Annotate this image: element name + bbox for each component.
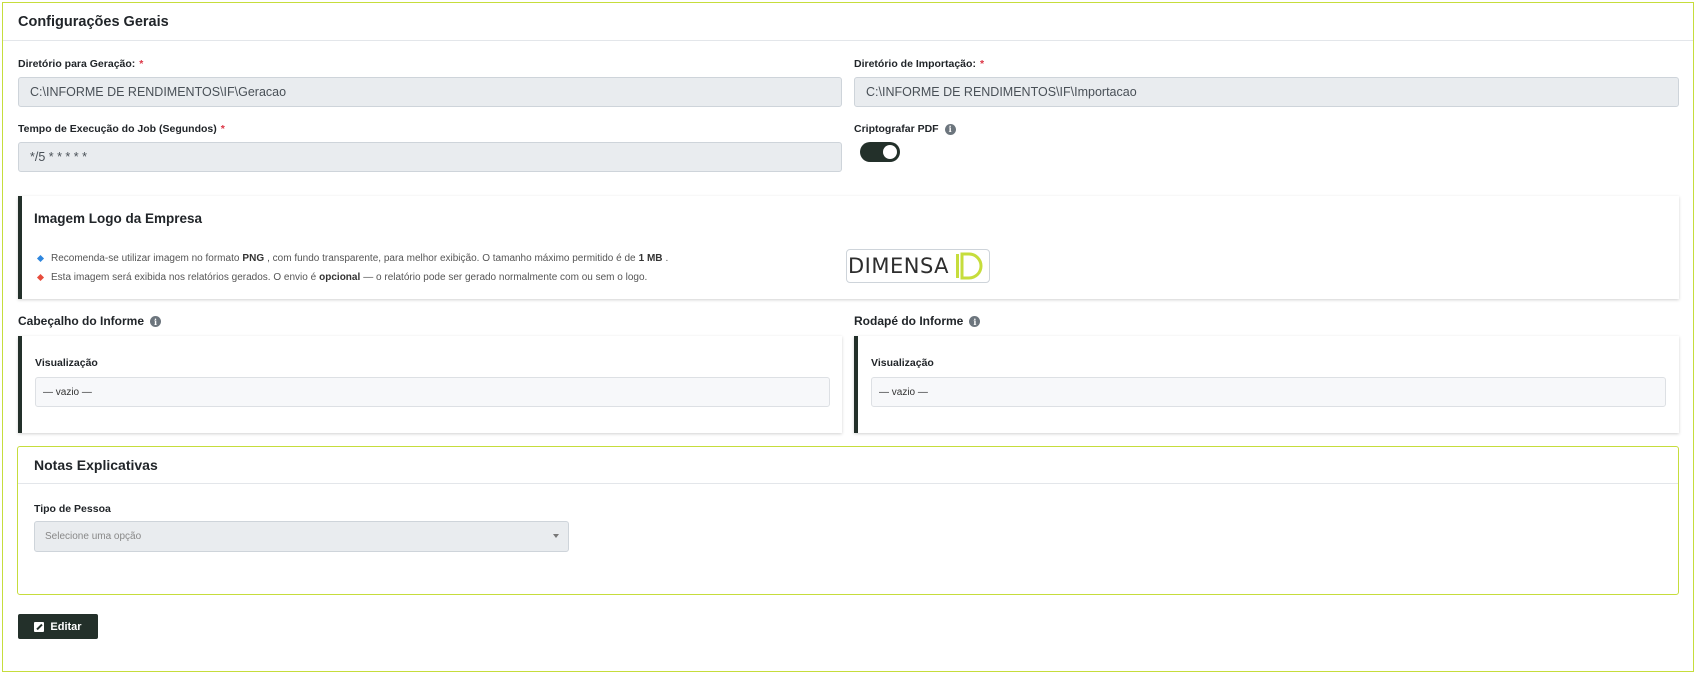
logo-mark-icon <box>956 252 983 280</box>
tipo-pessoa-select[interactable]: Selecione uma opção <box>34 521 569 552</box>
logo-wordmark: DIMENSA <box>848 254 950 278</box>
rodape-title: Rodapé do Informe i <box>854 314 981 328</box>
caret-down-icon <box>553 534 559 538</box>
hint-1-end: . <box>665 253 669 264</box>
bullet-red-icon <box>36 273 45 282</box>
criptografar-label-text: Criptografar PDF <box>854 123 939 135</box>
criptografar-label: Criptografar PDF i <box>854 123 956 135</box>
tempo-label: Tempo de Execução do Job (Segundos) * <box>18 123 225 135</box>
edit-button-label: Editar <box>50 620 82 633</box>
page-title: Configurações Gerais <box>18 13 169 30</box>
geracao-label: Diretório para Geração: * <box>18 58 143 70</box>
criptografar-toggle[interactable] <box>860 142 900 162</box>
cabecalho-preview: — vazio — <box>35 377 830 407</box>
required-mark: * <box>220 123 225 135</box>
edit-button[interactable]: Editar <box>18 614 98 639</box>
required-mark: * <box>139 58 144 70</box>
logo-hint-2: Esta imagem será exibida nos relatórios … <box>36 272 648 283</box>
rodape-preview-label: Visualização <box>871 357 934 369</box>
info-icon[interactable]: i <box>150 316 162 328</box>
notas-title: Notas Explicativas <box>34 457 158 473</box>
importacao-label-text: Diretório de Importação: <box>854 58 976 70</box>
toggle-knob <box>883 145 897 159</box>
importacao-input[interactable]: C:\INFORME DE RENDIMENTOS\IF\Importacao <box>854 77 1679 107</box>
bullet-blue-icon <box>36 254 45 263</box>
notas-header: Notas Explicativas <box>18 447 1678 484</box>
panel-header: Configurações Gerais <box>3 3 1693 41</box>
rodape-title-text: Rodapé do Informe <box>854 314 964 328</box>
geracao-input[interactable]: C:\INFORME DE RENDIMENTOS\IF\Geracao <box>18 77 842 107</box>
rodape-preview: — vazio — <box>871 377 1666 407</box>
cabecalho-title: Cabeçalho do Informe i <box>18 314 162 328</box>
info-icon[interactable]: i <box>944 123 956 135</box>
cabecalho-preview-label: Visualização <box>35 357 98 369</box>
info-icon[interactable]: i <box>969 316 981 328</box>
tempo-input[interactable]: */5 * * * * * <box>18 142 842 172</box>
hint-2-end: — o relatório pode ser gerado normalment… <box>363 272 648 283</box>
hint-1-format: PNG <box>242 253 265 264</box>
geracao-label-text: Diretório para Geração: <box>18 58 136 70</box>
hint-2-optional: opcional <box>319 272 361 283</box>
hint-1-size: 1 MB <box>638 253 663 264</box>
hint-2-text: Esta imagem será exibida nos relatórios … <box>51 272 317 283</box>
tipo-pessoa-label: Tipo de Pessoa <box>34 503 111 515</box>
required-mark: * <box>979 58 985 70</box>
cabecalho-title-text: Cabeçalho do Informe <box>18 314 145 328</box>
logo-card <box>18 196 1679 299</box>
importacao-label: Diretório de Importação: * <box>854 58 984 70</box>
company-logo-preview[interactable]: DIMENSA <box>846 249 990 283</box>
edit-icon <box>34 621 45 632</box>
hint-1-text: Recomenda-se utilizar imagem no formato <box>51 253 240 264</box>
tempo-label-text: Tempo de Execução do Job (Segundos) <box>18 123 217 135</box>
logo-hint-1: Recomenda-se utilizar imagem no formato … <box>36 253 669 264</box>
logo-card-title: Imagem Logo da Empresa <box>34 211 203 226</box>
tipo-pessoa-placeholder: Selecione uma opção <box>45 531 142 542</box>
hint-1-middle: , com fundo transparente, para melhor ex… <box>267 253 636 264</box>
